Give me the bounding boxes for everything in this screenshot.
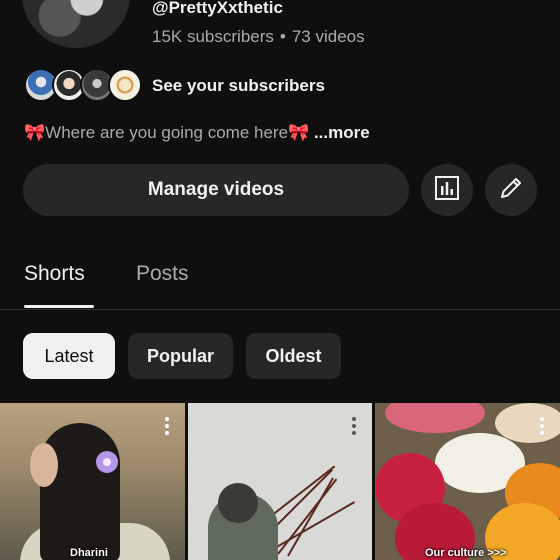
bar-chart-icon (434, 175, 460, 206)
channel-avatar[interactable] (22, 0, 130, 48)
pencil-icon (498, 175, 524, 206)
short-thumbnail[interactable] (188, 403, 372, 560)
thumbnail-art (385, 403, 485, 433)
tabs-divider (0, 309, 560, 310)
filter-popular[interactable]: Popular (128, 333, 233, 379)
see-subscribers-link[interactable]: See your subscribers (152, 76, 325, 96)
more-link[interactable]: ...more (314, 123, 370, 142)
channel-stats: 15K subscribers • 73 videos (152, 27, 365, 47)
video-count: 73 videos (291, 27, 365, 46)
short-caption: Our culture >>> (425, 547, 507, 559)
more-options-icon[interactable] (352, 417, 356, 435)
channel-description[interactable]: 🎀Where are you going come here🎀 ...more (24, 123, 370, 143)
channel-handle: @PrettyXxthetic (152, 0, 283, 17)
more-options-icon[interactable] (540, 417, 544, 435)
short-thumbnail[interactable]: Dharini (0, 403, 185, 560)
subscriber-count: 15K subscribers (152, 27, 274, 46)
analytics-button[interactable] (421, 164, 473, 216)
more-options-icon[interactable] (165, 417, 169, 435)
thumbnail-art (40, 423, 120, 560)
stats-separator: • (279, 27, 286, 46)
short-thumbnail[interactable]: Our culture >>> (375, 403, 560, 560)
short-caption: Dharini (70, 547, 108, 559)
filter-latest[interactable]: Latest (23, 333, 115, 379)
filter-oldest[interactable]: Oldest (246, 333, 341, 379)
manage-videos-button[interactable]: Manage videos (23, 164, 409, 216)
thumbnail-art (96, 451, 118, 473)
tab-shorts[interactable]: Shorts (24, 262, 85, 286)
thumbnail-art (218, 483, 258, 523)
description-text: 🎀Where are you going come here🎀 (24, 123, 310, 142)
tab-posts[interactable]: Posts (136, 262, 189, 286)
edit-button[interactable] (485, 164, 537, 216)
subscriber-avatar (108, 68, 142, 102)
subscriber-avatars[interactable] (24, 68, 142, 104)
active-tab-indicator (24, 305, 94, 308)
thumbnail-art (30, 443, 58, 487)
